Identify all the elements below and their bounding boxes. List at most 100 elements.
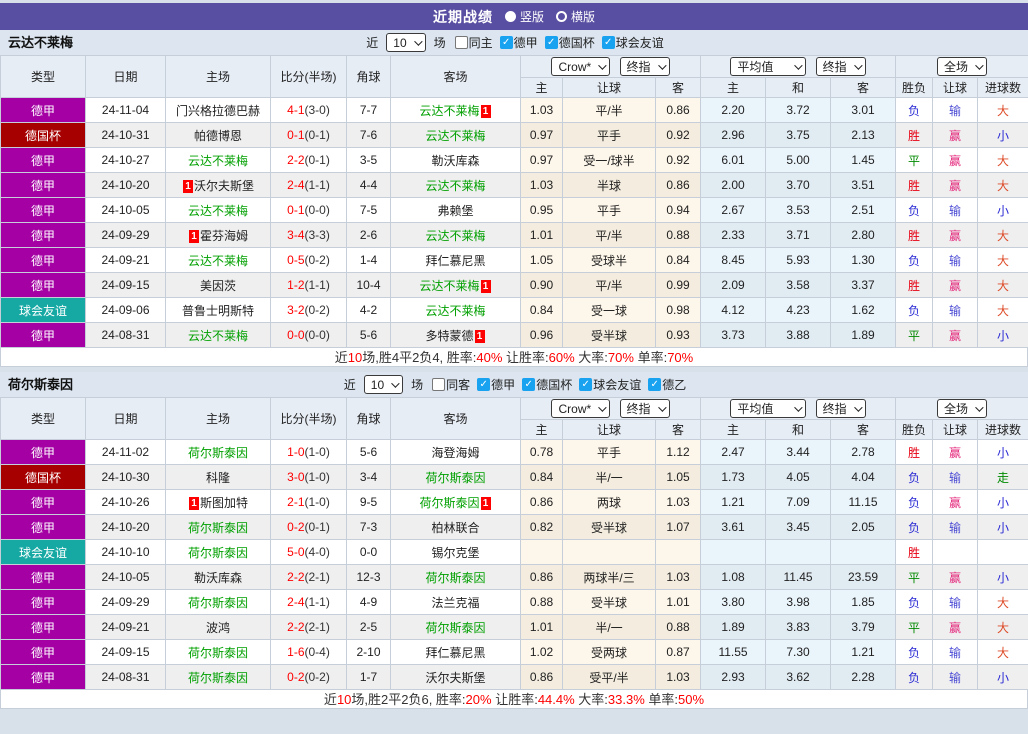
handicap-odds-cell: 平/半 bbox=[562, 97, 656, 123]
average-odds-cell: 3.45 bbox=[765, 514, 832, 540]
result-group-header: 全场 bbox=[895, 55, 1028, 78]
result-cell: 输 bbox=[932, 589, 979, 615]
score-cell: 2-2(0-1) bbox=[270, 147, 347, 173]
full-time-score: 1-0 bbox=[287, 445, 305, 459]
same-venue-checkbox[interactable]: 同主 bbox=[454, 34, 493, 51]
focal-team-cell: 云达不莱梅 bbox=[165, 247, 271, 273]
handicap-odds-cell: 平手 bbox=[562, 439, 656, 465]
league-type-badge: 德甲 bbox=[0, 439, 86, 465]
radio-horizontal-layout[interactable]: 横版 bbox=[556, 8, 595, 25]
league-type-badge: 德甲 bbox=[0, 97, 86, 123]
team-name: 多特蒙德 bbox=[425, 328, 474, 343]
average-odds-cell: 2.47 bbox=[700, 439, 767, 465]
average-odds-cell: 3.79 bbox=[830, 614, 897, 640]
odds-final-select[interactable]: 终指 bbox=[619, 57, 670, 76]
result-cell: 赢 bbox=[932, 564, 979, 590]
handicap-odds-cell: 1.01 bbox=[654, 589, 702, 615]
average-odds-cell: 2.33 bbox=[700, 222, 767, 248]
checkbox-icon: ✓ bbox=[499, 36, 513, 49]
summary-line: 近10场,胜2平2负6, 胜率:20% 让胜率:44.4% 大率:33.3% 单… bbox=[0, 690, 1028, 709]
full-match-select[interactable]: 全场 bbox=[937, 399, 988, 418]
match-row: 德甲 24-09-29 荷尔斯泰因 2-4(1-1) 4-9 法兰克福 0.88 受半球 1.0… bbox=[0, 589, 1028, 615]
average-odds-cell: 3.71 bbox=[765, 222, 832, 248]
col-home-header: 主场 bbox=[165, 397, 271, 440]
result-cell: 平 bbox=[895, 614, 934, 640]
summary-segment: 单率: bbox=[644, 692, 679, 707]
score-cell: 0-0(0-0) bbox=[270, 322, 347, 348]
average-source-select[interactable]: 平均值 bbox=[730, 399, 807, 418]
odds-source-select[interactable]: Crow* bbox=[551, 399, 611, 418]
match-row: 德甲 24-09-21 波鸿 2-2(2-1) 2-5 荷尔斯泰因 1.01 半/一 0.88 1… bbox=[0, 614, 1028, 640]
team-name: 美因茨 bbox=[199, 278, 236, 293]
full-match-select[interactable]: 全场 bbox=[937, 57, 988, 76]
score-cell: 0-2(0-1) bbox=[270, 514, 347, 540]
odds-source-select[interactable]: Crow* bbox=[551, 57, 611, 76]
match-row: 德甲 24-09-21 云达不莱梅 0-5(0-2) 1-4 拜仁慕尼黑 1.05 受球半 0.… bbox=[0, 247, 1028, 273]
result-cell: 胜 bbox=[895, 439, 934, 465]
sub-avg-away-header: 客 bbox=[830, 77, 897, 98]
sub-avg-home-header: 主 bbox=[700, 419, 767, 440]
handicap-odds-cell: 1.07 bbox=[654, 514, 702, 540]
focal-team-cell: 荷尔斯泰因 bbox=[165, 664, 271, 690]
corner-cell: 7-6 bbox=[346, 122, 391, 148]
average-odds-cell: 6.01 bbox=[700, 147, 767, 173]
league-checkbox[interactable]: ✓ 德甲 bbox=[477, 376, 515, 393]
average-odds-cell: 3.44 bbox=[765, 439, 832, 465]
match-row: 德甲 24-10-20 荷尔斯泰因 0-2(0-1) 7-3 柏林联合 0.82 受半球 1.0… bbox=[0, 514, 1028, 540]
league-checkbox[interactable]: ✓ 德国杯 bbox=[544, 34, 595, 51]
match-row: 球会友谊 24-09-06 普鲁士明斯特 3-2(0-2) 4-2 云达不莱梅 0.84 受一… bbox=[0, 297, 1028, 323]
match-date: 24-10-27 bbox=[85, 147, 166, 173]
focal-team-cell: 云达不莱梅 1 bbox=[390, 272, 521, 298]
result-cell: 小 bbox=[977, 439, 1028, 465]
score-cell: 2-4(1-1) bbox=[270, 589, 347, 615]
result-cell: 小 bbox=[977, 122, 1028, 148]
handicap-odds-cell: 受两球 bbox=[562, 639, 656, 665]
focal-team-cell: 云达不莱梅 bbox=[165, 147, 271, 173]
summary-segment: 10 bbox=[347, 350, 363, 365]
odds-final-select[interactable]: 终指 bbox=[619, 399, 670, 418]
match-date: 24-09-21 bbox=[85, 247, 166, 273]
checkbox-icon: ✓ bbox=[601, 36, 615, 49]
average-final-select[interactable]: 终指 bbox=[815, 399, 866, 418]
focal-team-cell: 荷尔斯泰因 bbox=[165, 639, 271, 665]
full-time-score: 4-1 bbox=[287, 103, 305, 117]
average-odds-cell: 2.20 bbox=[700, 97, 767, 123]
same-venue-checkbox[interactable]: 同客 bbox=[432, 376, 470, 393]
average-final-select[interactable]: 终指 bbox=[815, 57, 866, 76]
corner-cell: 2-6 bbox=[346, 222, 391, 248]
result-cell: 输 bbox=[932, 664, 979, 690]
recent-count-select[interactable]: 10 bbox=[363, 375, 404, 394]
result-cell: 赢 bbox=[932, 122, 979, 148]
team-name: 拜仁慕尼黑 bbox=[425, 253, 486, 268]
checkbox-icon bbox=[454, 36, 468, 49]
league-checkbox[interactable]: ✓ 德甲 bbox=[499, 34, 538, 51]
corner-cell: 1-7 bbox=[346, 664, 391, 690]
score-cell: 0-1(0-1) bbox=[270, 122, 347, 148]
league-checkbox[interactable]: ✓ 球会友谊 bbox=[601, 34, 664, 51]
handicap-odds-cell: 半球 bbox=[562, 172, 656, 198]
team-name: 斯图加特 bbox=[199, 495, 248, 510]
league-checkbox[interactable]: ✓ 德乙 bbox=[648, 376, 686, 393]
recent-count-select[interactable]: 10 bbox=[386, 33, 426, 52]
score-cell: 2-1(1-0) bbox=[270, 489, 347, 515]
league-checkbox[interactable]: ✓ 球会友谊 bbox=[579, 376, 641, 393]
focal-team-cell: 云达不莱梅 bbox=[165, 322, 271, 348]
team-name: 普鲁士明斯特 bbox=[181, 303, 254, 318]
half-time-score: (0-2) bbox=[304, 253, 330, 267]
score-cell: 2-2(2-1) bbox=[270, 614, 347, 640]
league-checkbox[interactable]: ✓ 德国杯 bbox=[522, 376, 572, 393]
corner-cell: 5-6 bbox=[346, 322, 391, 348]
checkbox-icon: ✓ bbox=[477, 378, 491, 391]
result-cell: 输 bbox=[932, 247, 979, 273]
radio-vertical-layout[interactable]: 竖版 bbox=[504, 8, 544, 25]
corner-cell: 7-7 bbox=[346, 97, 391, 123]
match-date: 24-10-10 bbox=[85, 539, 166, 565]
average-source-select[interactable]: 平均值 bbox=[730, 57, 807, 76]
matches-table: 类型 日期 主场 比分(半场) 角球 客场 Crow* 终指 平均值 终指 全场… bbox=[0, 55, 1028, 348]
handicap-odds-cell: 1.03 bbox=[654, 489, 702, 515]
rank-badge: 1 bbox=[480, 496, 491, 510]
chevron-down-icon bbox=[794, 60, 803, 70]
summary-segment: 44.4% bbox=[537, 692, 575, 707]
team-section: 云达不莱梅 近 10 场同主 ✓ 德甲 ✓ 德国杯 ✓ 球会友谊 类型 日期 主场 比分(半场)… bbox=[0, 30, 1028, 367]
handicap-odds-cell: 1.05 bbox=[520, 247, 563, 273]
